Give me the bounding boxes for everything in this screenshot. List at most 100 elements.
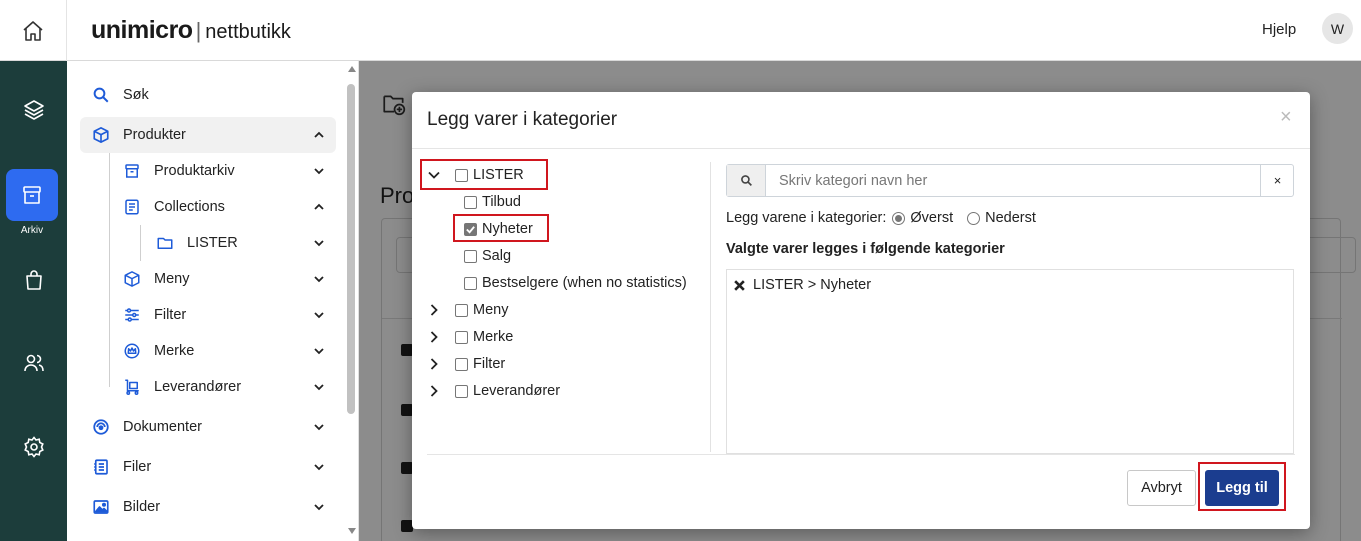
category-checkbox[interactable] — [455, 384, 468, 398]
sidebar-item-label: Filer — [123, 459, 152, 475]
selected-category-item: LISTER > Nyheter — [733, 277, 871, 293]
chevron-down-icon — [314, 240, 324, 247]
category-search-input[interactable] — [767, 165, 1260, 196]
sidebar-item-images[interactable]: Bilder — [80, 489, 336, 525]
document-globe-icon — [91, 417, 111, 437]
modal-header: Legg varer i kategorier × — [412, 92, 1310, 149]
sidebar-item-search[interactable]: Søk — [80, 77, 336, 113]
tree-node-tilbud: Tilbud — [464, 190, 521, 214]
tree-node-salg: Salg — [464, 244, 511, 268]
radio-top-label[interactable]: Øverst — [910, 210, 953, 226]
sidebar-item-lister[interactable]: LISTER — [145, 225, 336, 261]
sidebar: Søk Produkter Produktarkiv Collections L… — [67, 61, 359, 541]
collection-icon — [122, 197, 142, 217]
search-icon — [91, 85, 111, 105]
chevron-down-icon — [314, 464, 324, 471]
sidebar-item-label: Collections — [154, 199, 225, 215]
tree-node-bestselgere: Bestselgere (when no statistics) — [464, 271, 687, 295]
category-checkbox[interactable] — [464, 195, 477, 209]
sidebar-item-menu[interactable]: Meny — [112, 261, 336, 297]
search-clear-button[interactable]: × — [1260, 165, 1294, 196]
category-search: × — [726, 164, 1294, 197]
highlight-box-nyheter — [453, 214, 549, 242]
home-icon — [23, 20, 43, 41]
expand-toggle[interactable] — [427, 303, 449, 317]
tree-node-label: Salg — [482, 248, 512, 264]
remove-x-icon[interactable] — [733, 279, 746, 292]
sidebar-item-label: Merke — [154, 343, 195, 359]
selected-categories-heading: Valgte varer legges i følgende kategorie… — [726, 241, 1005, 257]
left-rail: Arkiv — [0, 61, 67, 541]
sidebar-item-label: Bilder — [123, 499, 161, 515]
category-tree: LISTER Tilbud Nyheter Salg Bestselgere (… — [427, 162, 711, 452]
sidebar-item-label: Søk — [123, 87, 149, 103]
sliders-icon — [122, 305, 142, 325]
avatar[interactable]: W — [1322, 13, 1353, 44]
category-checkbox[interactable] — [464, 249, 477, 263]
radio-bottom-label[interactable]: Nederst — [985, 210, 1036, 226]
cancel-button[interactable]: Avbryt — [1127, 470, 1196, 506]
scroll-down-arrow-icon — [348, 528, 356, 534]
gear-icon — [23, 436, 44, 458]
modal-title: Legg varer i kategorier — [427, 109, 618, 130]
expand-toggle[interactable] — [427, 384, 449, 398]
radio-bottom[interactable] — [967, 211, 981, 225]
selected-categories-list: LISTER > Nyheter — [726, 269, 1294, 454]
file-list-icon — [91, 457, 111, 477]
home-button[interactable] — [0, 0, 67, 61]
chevron-right-icon — [430, 358, 438, 370]
rail-active-label: Arkiv — [20, 225, 44, 236]
logo-separator: | — [195, 18, 202, 43]
logo-main-text: unimicro — [91, 16, 193, 44]
category-checkbox[interactable] — [455, 330, 468, 344]
crown-badge-icon — [122, 341, 142, 361]
chevron-right-icon — [430, 331, 438, 343]
expand-toggle[interactable] — [427, 357, 449, 371]
image-icon — [91, 497, 111, 517]
sidebar-item-product-archive[interactable]: Produktarkiv — [112, 153, 336, 189]
sidebar-item-collections[interactable]: Collections — [112, 189, 336, 225]
chevron-down-icon — [314, 276, 324, 283]
radio-top[interactable] — [892, 211, 906, 225]
sidebar-item-suppliers[interactable]: Leverandører — [112, 369, 336, 405]
chevron-down-icon — [314, 504, 324, 511]
category-checkbox[interactable] — [464, 276, 477, 290]
rail-settings-button[interactable] — [0, 422, 67, 472]
sidebar-item-label: Filter — [154, 307, 187, 323]
sidebar-item-filter[interactable]: Filter — [112, 297, 336, 333]
category-checkbox[interactable] — [455, 357, 468, 371]
tree-node-label: Filter — [473, 356, 506, 372]
sidebar-item-label: Dokumenter — [123, 419, 202, 435]
chevron-down-icon — [314, 384, 324, 391]
sidebar-item-label: Meny — [154, 271, 190, 287]
expand-toggle[interactable] — [427, 330, 449, 344]
chevron-down-icon — [314, 168, 324, 175]
rail-shop-button[interactable] — [0, 255, 67, 305]
modal-close-button[interactable]: × — [1280, 106, 1292, 129]
help-link[interactable]: Hjelp — [1262, 21, 1296, 38]
sidebar-item-label: LISTER — [187, 235, 238, 251]
sidebar-item-files[interactable]: Filer — [80, 449, 336, 485]
rail-users-button[interactable] — [0, 338, 67, 388]
cube-icon — [122, 269, 142, 289]
logo-sub-text: nettbutikk — [205, 21, 291, 43]
selected-category-path: LISTER > Nyheter — [753, 277, 872, 293]
tree-guide-line — [109, 153, 110, 387]
rail-layers-button[interactable] — [0, 85, 67, 135]
users-icon — [23, 354, 44, 372]
logo[interactable]: unimicro | nettbutikk — [91, 16, 291, 45]
chevron-up-icon — [314, 131, 324, 138]
chevron-down-icon — [314, 424, 324, 431]
chevron-up-icon — [314, 203, 324, 210]
category-checkbox[interactable] — [455, 303, 468, 317]
folder-icon — [155, 233, 175, 253]
sidebar-item-brand[interactable]: Merke — [112, 333, 336, 369]
rail-archive-button[interactable] — [6, 169, 58, 221]
placement-options: Legg varene i kategorier: Øverst Nederst — [726, 210, 1036, 226]
archive-icon — [23, 186, 41, 204]
hand-truck-icon — [122, 377, 142, 397]
sidebar-item-products[interactable]: Produkter — [80, 117, 336, 153]
sidebar-scroll-thumb[interactable] — [347, 84, 355, 414]
sidebar-item-documents[interactable]: Dokumenter — [80, 409, 336, 445]
tree-node-meny: Meny — [427, 298, 508, 322]
